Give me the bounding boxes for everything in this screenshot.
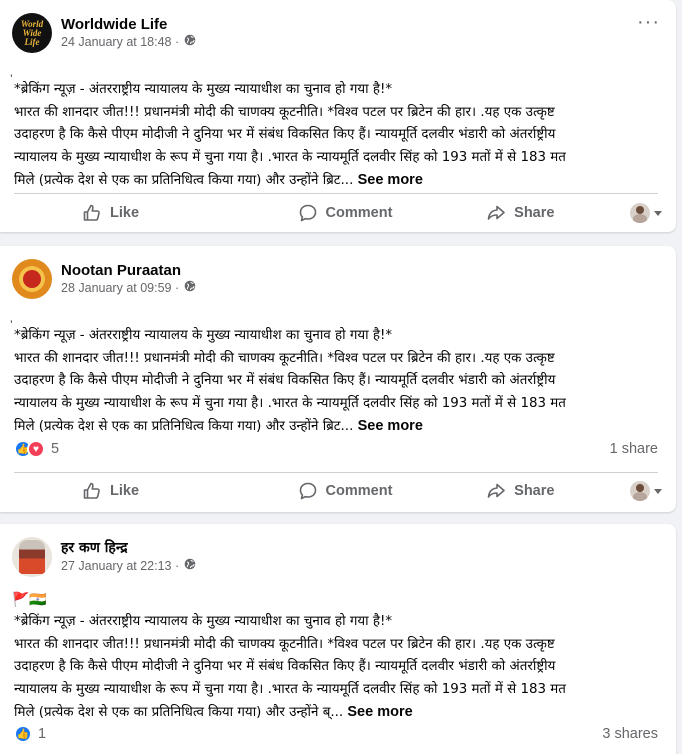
post-card: Nootan Puraatan 28 January at 09:59 · ’ … — [0, 246, 676, 512]
chevron-down-icon — [653, 488, 662, 494]
post-text-line: मिले (प्रत्येक देश से एक का प्रतिनिधित्व… — [14, 418, 423, 434]
post-meta: Nootan Puraatan 28 January at 09:59 · — [61, 261, 196, 297]
post-header: World Wide Life Worldwide Life 24 Januar… — [12, 12, 196, 54]
comment-label: Comment — [325, 205, 393, 221]
globe-icon — [184, 34, 196, 51]
see-more-link[interactable]: See more — [347, 704, 412, 720]
post-stats: 👍 1 3 shares — [14, 724, 658, 744]
post-text-line: उदाहरण है कि कैसे पीएम मोदीजी ने दुनिया … — [14, 373, 556, 388]
avatar-logo: World Wide Life — [20, 18, 44, 47]
love-reaction-icon: ♥ — [27, 440, 45, 458]
post-text-line: मिले (प्रत्येक देश से एक का प्रतिनिधित्व… — [14, 704, 413, 720]
globe-icon — [184, 558, 196, 575]
action-bar: Like Comment Share — [12, 195, 662, 231]
author-name[interactable]: हर कण हिन्द्र — [61, 539, 196, 558]
post-text-line: भारत की शानदार जीत!!! प्रधानमंत्री मोदी … — [14, 350, 555, 366]
post-text-line: भारत की शानदार जीत!!! प्रधानमंत्री मोदी … — [14, 104, 555, 120]
like-label: Like — [110, 483, 140, 499]
author-name[interactable]: Nootan Puraatan — [61, 261, 196, 280]
post-text-line: *ब्रेकिंग न्यूज़ - अंतरराष्ट्रीय न्यायाल… — [14, 614, 393, 629]
see-more-link[interactable]: See more — [358, 418, 423, 434]
share-icon — [487, 205, 505, 220]
user-avatar — [629, 481, 650, 501]
post-text-line: उदाहरण है कि कैसे पीएम मोदीजी ने दुनिया … — [14, 659, 556, 674]
reaction-count: 1 — [38, 726, 47, 742]
post-text-line: न्यायालय के मुख्य न्यायाधीश के रूप में च… — [14, 681, 566, 697]
post-meta: हर कण हिन्द्र 27 January at 22:13 · — [61, 539, 196, 575]
post-text: *ब्रेकिंग न्यूज़ - अंतरराष्ट्रीय न्यायाल… — [14, 79, 656, 193]
post-stats: 👍 ♥ 5 1 share — [14, 439, 658, 459]
sun-emblem-icon — [23, 270, 41, 288]
chevron-down-icon — [653, 210, 662, 216]
flag-emojis: 🚩🇮🇳 — [12, 591, 47, 607]
comment-label: Comment — [325, 483, 393, 499]
post-timestamp[interactable]: 28 January at 09:59 · — [61, 280, 179, 297]
post-timestamp-row: 24 January at 18:48 · — [61, 34, 196, 51]
author-avatar[interactable] — [12, 537, 52, 577]
comment-icon — [299, 482, 316, 500]
reactions-summary[interactable]: 👍 ♥ 5 — [14, 440, 59, 458]
post-text-line: न्यायालय के मुख्य न्यायाधीश के रूप में च… — [14, 395, 566, 411]
author-avatar[interactable]: World Wide Life — [12, 13, 52, 53]
post-text-line: न्यायालय के मुख्य न्यायाधीश के रूप में च… — [14, 149, 566, 165]
post-text-line: *ब्रेकिंग न्यूज़ - अंतरराष्ट्रीय न्यायाल… — [14, 82, 393, 97]
comment-button[interactable]: Comment — [257, 195, 432, 231]
share-count[interactable]: 1 share — [610, 441, 658, 457]
globe-icon — [184, 280, 196, 297]
share-button[interactable]: Share — [433, 195, 608, 231]
thumbs-up-icon — [83, 204, 100, 221]
post-timestamp[interactable]: 24 January at 18:48 · — [61, 34, 179, 51]
post-text: *ब्रेकिंग न्यूज़ - अंतरराष्ट्रीय न्यायाल… — [14, 611, 656, 725]
post-text-line: मिले (प्रत्येक देश से एक का प्रतिनिधित्व… — [14, 172, 423, 188]
divider — [14, 193, 658, 194]
post-timestamp[interactable]: 27 January at 22:13 · — [61, 558, 179, 575]
user-avatar — [629, 203, 650, 223]
action-bar: Like Comment Share — [12, 473, 662, 509]
post-as-selector[interactable] — [608, 481, 662, 501]
comment-icon — [299, 204, 316, 222]
like-button[interactable]: Like — [12, 473, 257, 509]
post-card: World Wide Life Worldwide Life 24 Januar… — [0, 0, 676, 232]
post-text: *ब्रेकिंग न्यूज़ - अंतरराष्ट्रीय न्यायाल… — [14, 325, 656, 439]
comment-button[interactable]: Comment — [257, 473, 432, 509]
post-as-selector[interactable] — [608, 203, 662, 223]
share-label: Share — [514, 483, 555, 499]
like-button[interactable]: Like — [12, 195, 257, 231]
share-icon — [487, 483, 505, 498]
post-text-line: भारत की शानदार जीत!!! प्रधानमंत्री मोदी … — [14, 636, 555, 652]
see-more-link[interactable]: See more — [358, 172, 423, 188]
share-label: Share — [514, 205, 555, 221]
like-label: Like — [110, 205, 140, 221]
like-reaction-icon: 👍 — [14, 725, 32, 743]
quote-mark: ’ — [10, 318, 13, 332]
reaction-count: 5 — [51, 441, 60, 457]
portrait-image — [19, 540, 45, 574]
reactions-summary[interactable]: 👍 1 — [14, 725, 46, 743]
share-button[interactable]: Share — [433, 473, 608, 509]
share-count[interactable]: 3 shares — [602, 726, 658, 742]
post-text-line: उदाहरण है कि कैसे पीएम मोदीजी ने दुनिया … — [14, 127, 556, 142]
more-options-icon[interactable]: ··· — [637, 12, 660, 32]
post-header: हर कण हिन्द्र 27 January at 22:13 · — [12, 536, 196, 578]
quote-mark: ’ — [10, 72, 13, 86]
post-header: Nootan Puraatan 28 January at 09:59 · — [12, 258, 196, 300]
thumbs-up-icon — [83, 482, 100, 499]
post-card: हर कण हिन्द्र 27 January at 22:13 · 🚩🇮🇳 … — [0, 524, 676, 754]
post-timestamp-row: 28 January at 09:59 · — [61, 280, 196, 297]
author-avatar[interactable] — [12, 259, 52, 299]
post-meta: Worldwide Life 24 January at 18:48 · — [61, 15, 196, 51]
post-timestamp-row: 27 January at 22:13 · — [61, 558, 196, 575]
author-name[interactable]: Worldwide Life — [61, 15, 196, 34]
post-text-line: *ब्रेकिंग न्यूज़ - अंतरराष्ट्रीय न्यायाल… — [14, 328, 393, 343]
